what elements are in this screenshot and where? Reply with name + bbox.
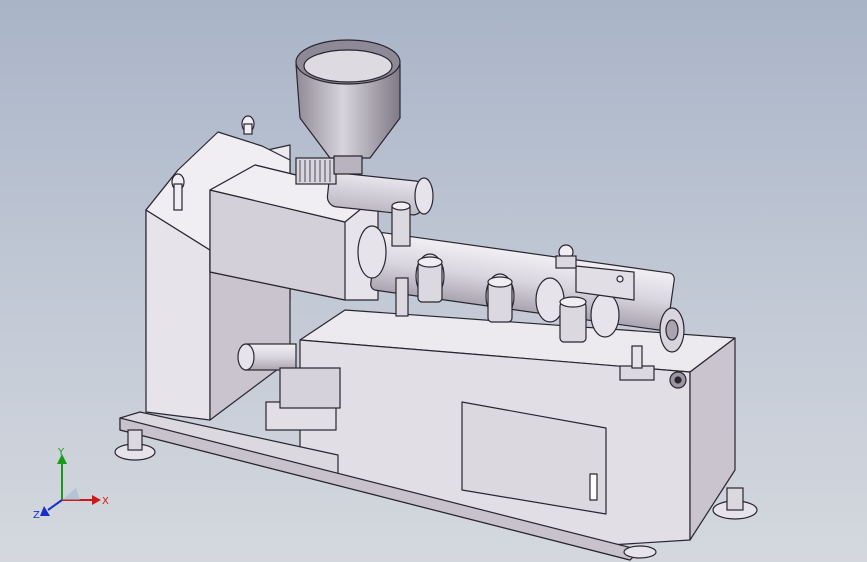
extruder-3d-model[interactable]: [0, 0, 867, 562]
cad-graphics-viewport[interactable]: Y X Z: [0, 0, 867, 562]
feed-hopper: [295, 39, 401, 175]
y-axis-label: Y: [57, 447, 65, 458]
x-axis-arrow: [92, 495, 101, 505]
triad-plane: [62, 488, 80, 500]
axis-triad: Y X Z: [33, 447, 109, 521]
z-axis-arrow: [40, 506, 50, 516]
handwheel: [669, 371, 687, 389]
x-axis-label: X: [102, 496, 109, 507]
z-axis-label: Z: [33, 510, 40, 521]
z-axis-line: [47, 499, 63, 511]
